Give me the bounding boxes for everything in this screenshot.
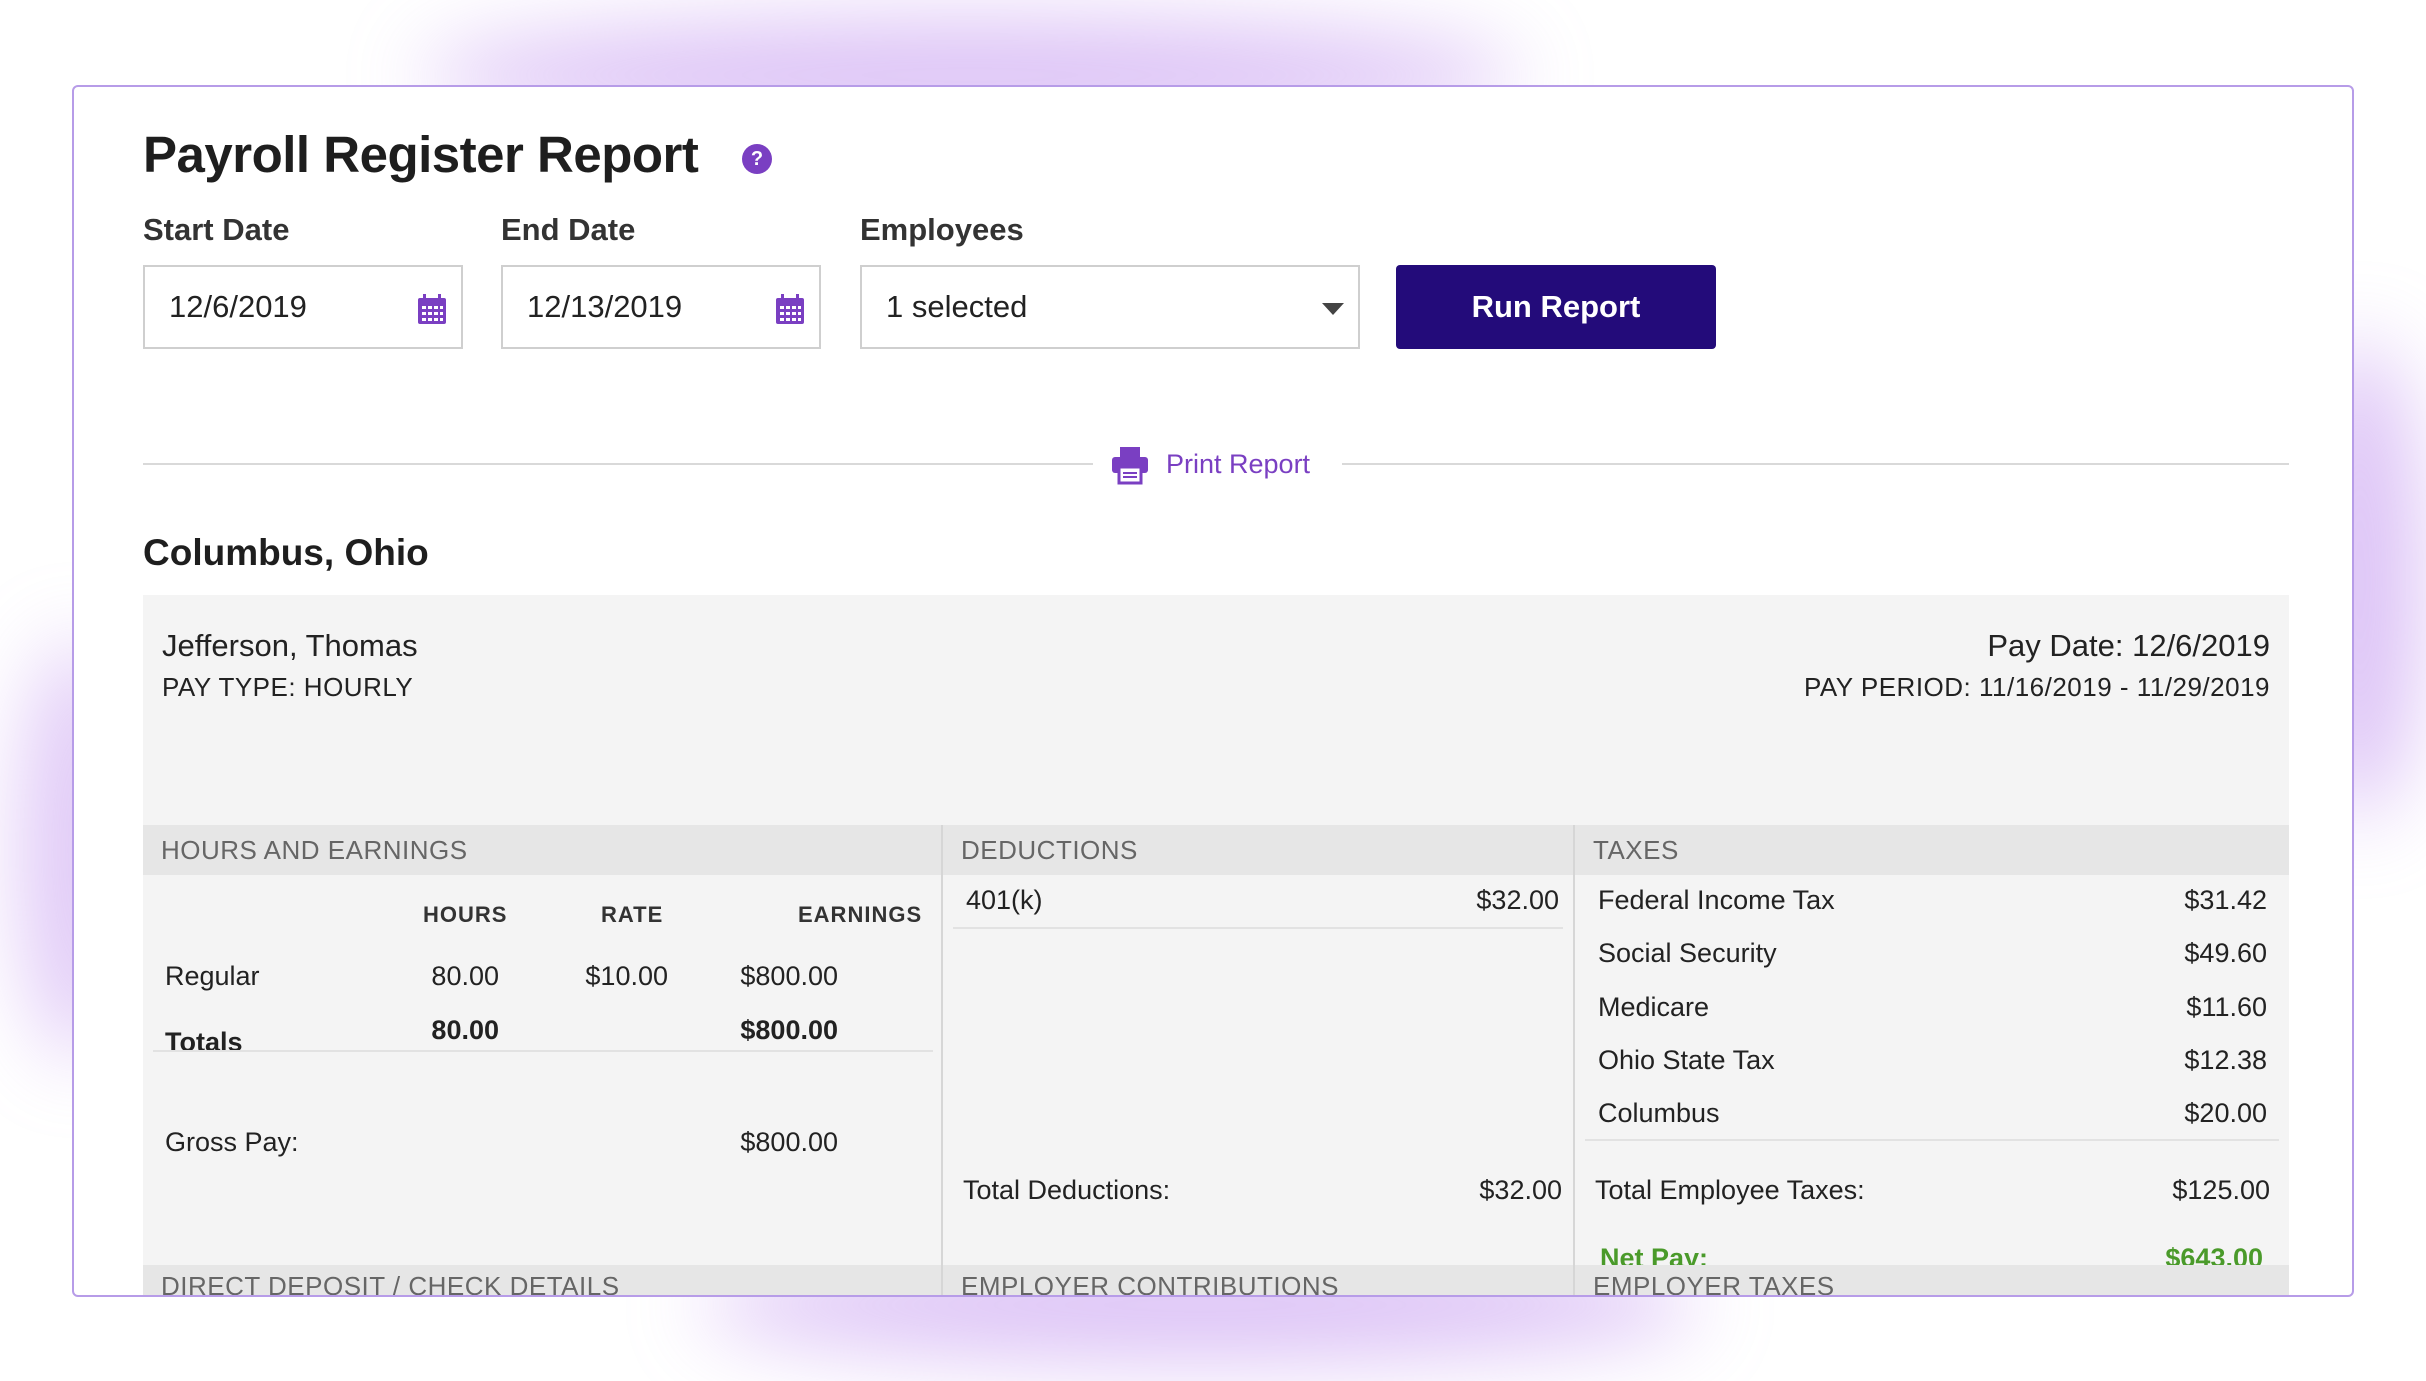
taxes-heading: TAXES	[1575, 825, 2289, 875]
end-date-value: 12/13/2019	[527, 289, 683, 324]
employee-name: Jefferson, Thomas	[162, 628, 418, 663]
deductions-heading: DEDUCTIONS	[943, 825, 1573, 875]
direct-deposit-heading: DIRECT DEPOSIT / CHECK DETAILS	[143, 1265, 941, 1295]
totals-hours: 80.00	[431, 1015, 499, 1045]
calendar-icon[interactable]	[775, 293, 805, 325]
page-title: Payroll Register Report	[143, 126, 699, 183]
earning-row-hours: 80.00	[431, 961, 499, 991]
tax-row-value: $11.60	[2186, 992, 2267, 1022]
tax-row-label: Columbus	[1598, 1098, 1720, 1128]
divider	[143, 463, 1093, 465]
tax-row-value: $12.38	[2184, 1045, 2267, 1075]
total-employee-taxes-label: Total Employee Taxes:	[1595, 1175, 1865, 1205]
total-deductions-label: Total Deductions:	[963, 1175, 1171, 1205]
employer-taxes-heading: EMPLOYER TAXES	[1575, 1265, 2289, 1295]
printer-icon	[1112, 447, 1148, 485]
tax-row-value: $31.42	[2184, 885, 2267, 915]
earning-row-rate: $10.00	[585, 961, 668, 991]
start-date-field[interactable]: 12/6/2019	[143, 265, 463, 349]
pay-type: PAY TYPE: HOURLY	[162, 672, 414, 702]
location-heading: Columbus, Ohio	[143, 532, 429, 573]
end-date-field[interactable]: 12/13/2019	[501, 265, 821, 349]
earning-row-earnings: $800.00	[740, 961, 838, 991]
earning-row-label: Regular	[165, 961, 260, 991]
employer-contributions-heading: EMPLOYER CONTRIBUTIONS	[943, 1265, 1573, 1295]
employees-select-value: 1 selected	[886, 289, 1028, 324]
tax-row-label: Federal Income Tax	[1598, 885, 1835, 915]
totals-label: Totals	[165, 1027, 243, 1057]
start-date-label: Start Date	[143, 212, 290, 247]
print-report-label[interactable]: Print Report	[1166, 449, 1310, 480]
employee-panel: Jefferson, Thomas PAY TYPE: HOURLY Pay D…	[143, 595, 2289, 1295]
run-report-button[interactable]: Run Report	[1396, 265, 1716, 349]
column-divider	[1573, 825, 1575, 1295]
row-divider	[1585, 1139, 2279, 1141]
row-divider	[953, 927, 1563, 929]
tax-row-value: $20.00	[2184, 1098, 2267, 1128]
divider	[1342, 463, 2289, 465]
question-circle-icon[interactable]: ?	[742, 144, 772, 174]
column-header-rate: RATE	[601, 902, 664, 927]
deduction-row-label: 401(k)	[966, 885, 1043, 915]
total-deductions-value: $32.00	[1479, 1175, 1562, 1205]
total-employee-taxes-value: $125.00	[2172, 1175, 2270, 1205]
tax-row-label: Ohio State Tax	[1598, 1045, 1775, 1075]
chevron-down-icon[interactable]	[1322, 303, 1344, 315]
hours-earnings-heading: HOURS AND EARNINGS	[143, 825, 941, 875]
row-divider	[153, 1050, 933, 1052]
gross-pay-label: Gross Pay:	[165, 1127, 299, 1157]
column-header-earnings: EARNINGS	[798, 902, 923, 927]
pay-period: PAY PERIOD: 11/16/2019 - 11/29/2019	[1803, 672, 2270, 702]
totals-earnings: $800.00	[740, 1015, 838, 1045]
calendar-icon[interactable]	[417, 293, 447, 325]
employees-label: Employees	[860, 212, 1024, 247]
report-card: Payroll Register Report ? Start Date 12/…	[72, 85, 2354, 1297]
column-header-hours: HOURS	[423, 902, 508, 927]
tax-row-label: Social Security	[1598, 938, 1777, 968]
employees-select[interactable]: 1 selected	[860, 265, 1360, 349]
tax-row-label: Medicare	[1598, 992, 1710, 1022]
column-divider	[941, 825, 943, 1295]
gross-pay-value: $800.00	[740, 1127, 838, 1157]
end-date-label: End Date	[501, 212, 636, 247]
pay-date: Pay Date: 12/6/2019	[1987, 628, 2270, 663]
tax-row-value: $49.60	[2184, 938, 2267, 968]
deduction-row-value: $32.00	[1476, 885, 1559, 915]
start-date-value: 12/6/2019	[169, 289, 307, 324]
